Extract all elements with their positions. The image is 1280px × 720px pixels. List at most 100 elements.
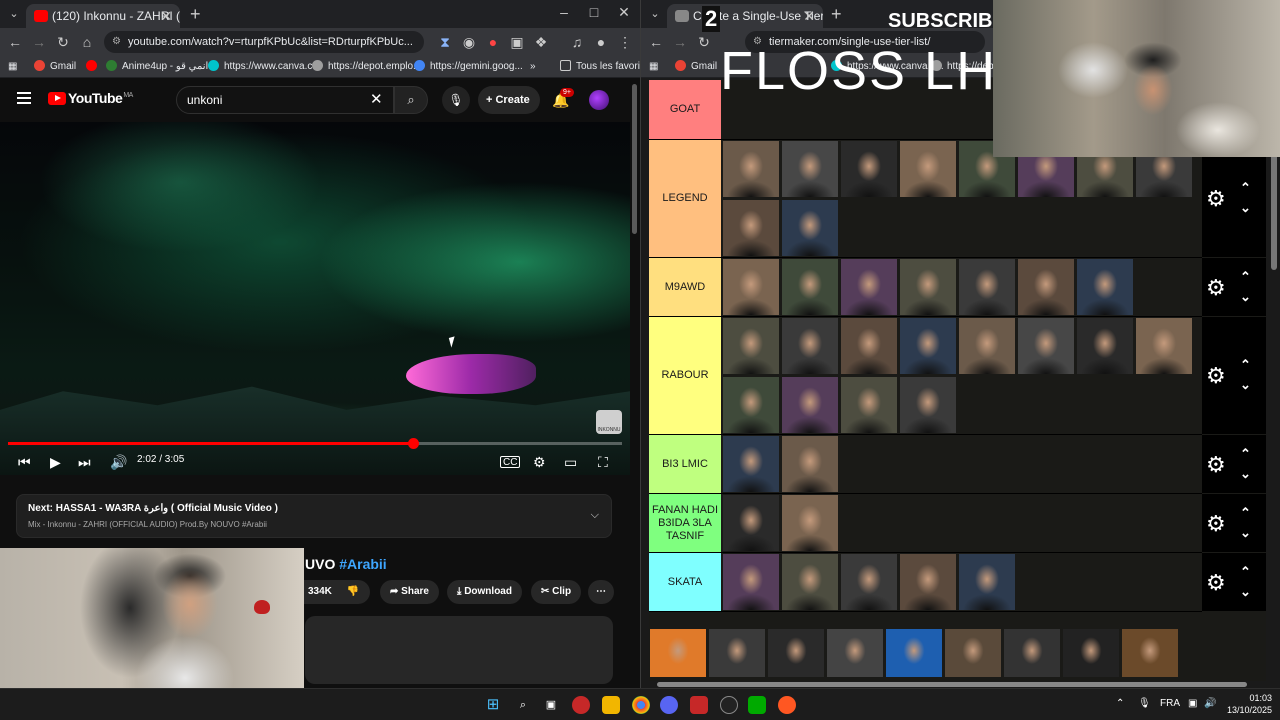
discord-icon[interactable]	[660, 696, 678, 714]
settings-gear-icon[interactable]: ⚙	[533, 453, 546, 471]
captions-icon[interactable]: CC	[500, 456, 521, 468]
move-tier-up-icon[interactable]: ⌃	[1240, 447, 1251, 460]
tier-item-image[interactable]	[722, 258, 780, 316]
tier-item-image[interactable]	[899, 376, 957, 434]
play-icon[interactable]: ▶	[50, 453, 61, 471]
tier-item-image[interactable]	[781, 553, 839, 611]
tier-label[interactable]: RABOUR	[649, 317, 721, 434]
tier-settings-gear-icon[interactable]: ⚙	[1206, 188, 1226, 210]
search-button[interactable]: ⌕	[394, 86, 428, 114]
tier-label[interactable]: BI3 LMIC	[649, 435, 721, 493]
dislike-icon[interactable]: 👎	[347, 586, 359, 597]
apps-icon[interactable]: ▦	[8, 60, 17, 74]
mic-icon[interactable]: 🎙	[1138, 698, 1151, 709]
reload-icon[interactable]: ↻	[54, 33, 72, 51]
tier-item-image[interactable]	[781, 258, 839, 316]
tier-settings-gear-icon[interactable]: ⚙	[1206, 571, 1226, 594]
progress-scrubber[interactable]	[407, 438, 419, 449]
youtube-logo[interactable]: YouTubeMA	[48, 90, 133, 110]
bookmark-depot[interactable]: https://depot.emplo...	[312, 60, 421, 74]
scrollbar-thumb[interactable]	[657, 682, 1247, 687]
tier-label[interactable]: LEGEND	[649, 140, 721, 257]
new-tab-button[interactable]: +	[190, 4, 201, 24]
tab-search-icon[interactable]: ⌄	[6, 6, 22, 22]
tier-item-image[interactable]	[840, 258, 898, 316]
create-button[interactable]: + Create	[478, 86, 540, 114]
back-icon[interactable]: ←	[6, 33, 24, 51]
minimize-button[interactable]: –	[552, 4, 576, 20]
app-icon[interactable]	[720, 696, 738, 714]
language-indicator[interactable]: FRA	[1160, 698, 1180, 709]
forward-icon[interactable]: →	[671, 33, 689, 51]
previous-icon[interactable]: ⏮	[18, 453, 31, 471]
back-icon[interactable]: ←	[647, 33, 665, 51]
bookmark-gmail[interactable]: Gmail	[675, 60, 717, 74]
share-button[interactable]: ➦ Share	[380, 580, 439, 604]
next-icon[interactable]: ⏭	[78, 453, 91, 471]
volume-icon[interactable]: 🔊	[110, 453, 127, 471]
clip-button[interactable]: ✂ Clip	[531, 580, 582, 604]
tab-youtube[interactable]: (120) Inkonnu - ZAHRI (OF ✕	[26, 4, 180, 28]
tier-row[interactable]: M9AWD	[649, 258, 1202, 317]
app-icon[interactable]	[778, 696, 796, 714]
start-windows-icon[interactable]: ⊞	[484, 696, 502, 714]
tier-item-image[interactable]	[722, 494, 780, 552]
tier-item-image[interactable]	[840, 376, 898, 434]
move-tier-up-icon[interactable]: ⌃	[1240, 358, 1251, 371]
video-progress-bar[interactable]	[8, 438, 622, 449]
reload-icon[interactable]: ↻	[695, 33, 713, 51]
tier-item-image[interactable]	[958, 258, 1016, 316]
pool-item-image[interactable]	[826, 628, 884, 678]
tier-item-image[interactable]	[722, 376, 780, 434]
pool-item-image[interactable]	[708, 628, 766, 678]
volume-icon[interactable]: 🔊	[1204, 698, 1216, 709]
tier-item-image[interactable]	[781, 376, 839, 434]
move-tier-up-icon[interactable]: ⌃	[1240, 565, 1251, 578]
tier-item-image[interactable]	[899, 317, 957, 375]
tier-item-image[interactable]	[1017, 317, 1075, 375]
tier-settings-gear-icon[interactable]: ⚙	[1206, 365, 1226, 387]
tier-item-image[interactable]	[899, 140, 957, 198]
site-info-icon[interactable]: ⚙	[112, 31, 121, 53]
pool-item-image[interactable]	[885, 628, 943, 678]
tier-item-image[interactable]	[899, 553, 957, 611]
tab-tiermaker[interactable]: Create a Single-Use Tier List (Pr ✕	[667, 4, 823, 28]
tier-row[interactable]: RABOUR	[649, 317, 1202, 435]
move-tier-down-icon[interactable]: ⌄	[1240, 201, 1251, 214]
extension-icon[interactable]: ⧗	[436, 33, 454, 51]
extensions-puzzle-icon[interactable]: ❖	[532, 33, 550, 51]
clear-search-icon[interactable]: ✕	[370, 90, 383, 108]
bookmark-all[interactable]: Tous les favoris	[560, 60, 640, 74]
tier-item-image[interactable]	[840, 553, 898, 611]
pool-item-image[interactable]	[767, 628, 825, 678]
app-icon[interactable]	[690, 696, 708, 714]
address-bar[interactable]: ⚙ youtube.com/watch?v=rturpfKPbUc&list=R…	[104, 31, 424, 53]
network-icon[interactable]: ▣	[1188, 698, 1197, 709]
app-icon[interactable]	[572, 696, 590, 714]
tier-settings-gear-icon[interactable]: ⚙	[1206, 276, 1226, 299]
tier-item-image[interactable]	[722, 435, 780, 493]
chevron-down-icon[interactable]: ⌵	[591, 509, 599, 522]
close-window-button[interactable]: ✕	[612, 4, 636, 21]
pool-item-image[interactable]	[1003, 628, 1061, 678]
fullscreen-icon[interactable]: ⛶	[598, 453, 608, 471]
tier-item-image[interactable]	[1017, 258, 1075, 316]
move-tier-down-icon[interactable]: ⌄	[1240, 526, 1251, 539]
search-icon[interactable]: ⌕	[514, 696, 532, 714]
bookmark-canva[interactable]: https://www.canva.c...	[208, 60, 321, 74]
tier-label[interactable]: GOAT	[649, 80, 721, 139]
tier-item-image[interactable]	[781, 317, 839, 375]
tier-label[interactable]: FANAN HADI B3IDA 3LA TASNIF	[649, 494, 721, 552]
tier-settings-gear-icon[interactable]: ⚙	[1206, 512, 1226, 535]
move-tier-up-icon[interactable]: ⌃	[1240, 181, 1251, 194]
pool-item-image[interactable]	[1062, 628, 1120, 678]
tier-item-image[interactable]	[1135, 317, 1193, 375]
move-tier-down-icon[interactable]: ⌄	[1240, 290, 1251, 303]
bookmark-gemini[interactable]: https://gemini.goog...	[414, 60, 523, 74]
tier-row[interactable]: SKATA	[649, 553, 1202, 612]
tab-search-icon[interactable]: ⌄	[647, 6, 663, 22]
tier-label[interactable]: SKATA	[649, 553, 721, 611]
video-player[interactable]	[0, 122, 630, 475]
pool-item-image[interactable]	[944, 628, 1002, 678]
chrome-icon[interactable]	[632, 696, 650, 714]
